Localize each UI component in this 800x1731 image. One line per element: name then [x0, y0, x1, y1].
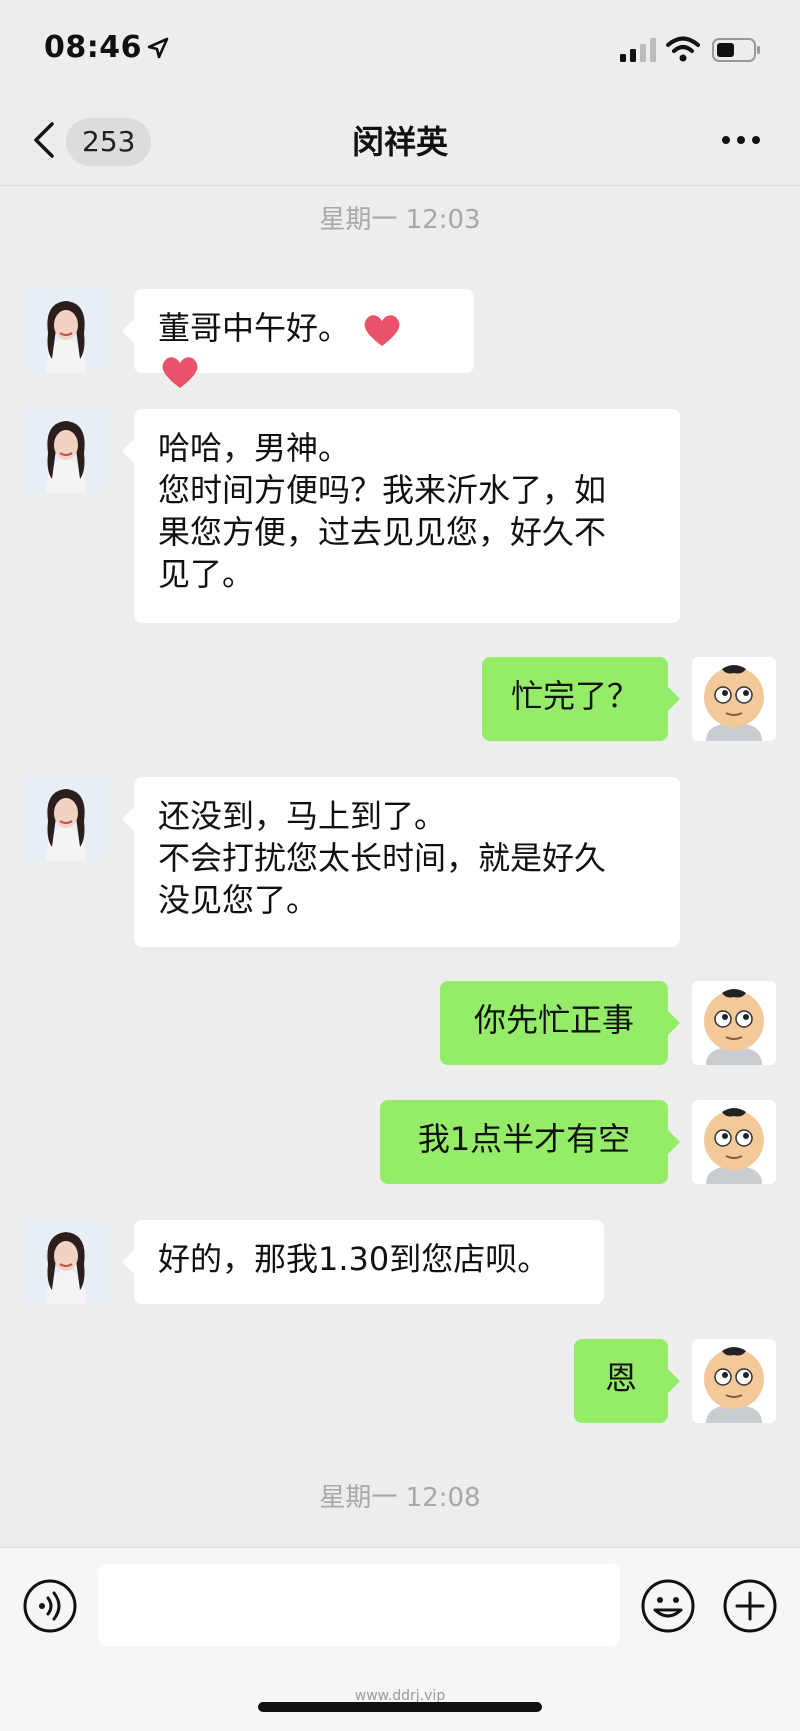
- heart-emoji-icon: [162, 357, 198, 388]
- message-text-line: 还没到，马上到了。: [158, 797, 447, 835]
- chat-title: 闵祥英: [351, 123, 448, 161]
- message-text-line: 果您方便，过去见见您，好久不: [158, 513, 607, 551]
- message-text: 你先忙正事: [473, 1001, 634, 1039]
- cartoon-baby-avatar-image: [692, 1100, 776, 1184]
- cartoon-baby-avatar-image: [692, 657, 776, 741]
- incoming-message-bubble[interactable]: 董哥中午好。: [122, 289, 474, 388]
- message-text: 恩: [604, 1359, 637, 1397]
- contact-avatar[interactable]: [24, 409, 108, 493]
- contact-avatar[interactable]: [24, 289, 108, 373]
- contact-avatar-image: [24, 289, 108, 373]
- message-timestamp: 星期一 12:03: [319, 205, 481, 235]
- voice-input-icon[interactable]: [22, 1578, 78, 1634]
- wifi-icon: [666, 36, 700, 62]
- message-text: 忙完了？: [510, 677, 639, 715]
- contact-avatar-image: [24, 777, 108, 861]
- status-time: 08:46: [44, 30, 142, 65]
- battery-icon: [712, 38, 760, 62]
- cellular-signal-icon: [620, 38, 656, 62]
- my-avatar[interactable]: [692, 981, 776, 1065]
- message-timestamp: 星期一 12:08: [319, 1483, 481, 1513]
- incoming-message-bubble[interactable]: 好的，那我1.30到您店呗。: [122, 1220, 604, 1304]
- outgoing-message-bubble[interactable]: 你先忙正事: [440, 981, 680, 1065]
- more-options-icon[interactable]: [720, 130, 762, 150]
- emoji-icon[interactable]: [640, 1578, 696, 1634]
- message-text-line: 见了。: [158, 555, 255, 593]
- my-avatar[interactable]: [692, 657, 776, 741]
- contact-avatar[interactable]: [24, 1220, 108, 1304]
- contact-avatar[interactable]: [24, 777, 108, 861]
- message-text-line: 您时间方便吗？我来沂水了，如: [158, 471, 607, 509]
- location-arrow-icon: [147, 37, 169, 59]
- input-bar: www.ddrj.vip: [0, 1547, 800, 1731]
- contact-avatar-image: [24, 409, 108, 493]
- contact-avatar-image: [24, 1220, 108, 1304]
- message-text: 董哥中午好。: [158, 309, 351, 347]
- heart-emoji-icon: [364, 315, 400, 346]
- incoming-message-bubble[interactable]: 哈哈，男神。 您时间方便吗？我来沂水了，如 果您方便，过去见见您，好久不 见了。: [122, 409, 680, 623]
- unread-count-badge[interactable]: 253: [66, 118, 152, 166]
- my-avatar[interactable]: [692, 1339, 776, 1423]
- message-text-line: 哈哈，男神。: [158, 429, 351, 467]
- status-bar: 08:46: [0, 0, 800, 100]
- my-avatar[interactable]: [692, 1100, 776, 1184]
- incoming-message-bubble[interactable]: 还没到，马上到了。 不会打扰您太长时间，就是好久 没见您了。: [122, 777, 680, 947]
- cartoon-baby-avatar-image: [692, 981, 776, 1065]
- outgoing-message-bubble[interactable]: 忙完了？: [482, 657, 680, 741]
- cartoon-baby-avatar-image: [692, 1339, 776, 1423]
- chat-header: 253 闵祥英: [0, 100, 800, 186]
- message-text-line: 没见您了。: [158, 881, 319, 919]
- outgoing-message-bubble[interactable]: 恩: [574, 1339, 680, 1423]
- message-text-line: 不会打扰您太长时间，就是好久: [158, 839, 607, 877]
- message-list[interactable]: 星期一 12:03 董哥中午好。 哈哈，男神。 您时间方便吗？我来沂水了，如 果…: [0, 187, 800, 1547]
- plus-icon[interactable]: [722, 1578, 778, 1634]
- message-text: 好的，那我1.30到您店呗。: [158, 1240, 550, 1278]
- message-input[interactable]: [98, 1564, 620, 1646]
- back-chevron-icon[interactable]: [30, 120, 56, 160]
- message-text: 我1点半才有空: [417, 1120, 631, 1158]
- home-indicator[interactable]: [258, 1702, 542, 1712]
- outgoing-message-bubble[interactable]: 我1点半才有空: [380, 1100, 680, 1184]
